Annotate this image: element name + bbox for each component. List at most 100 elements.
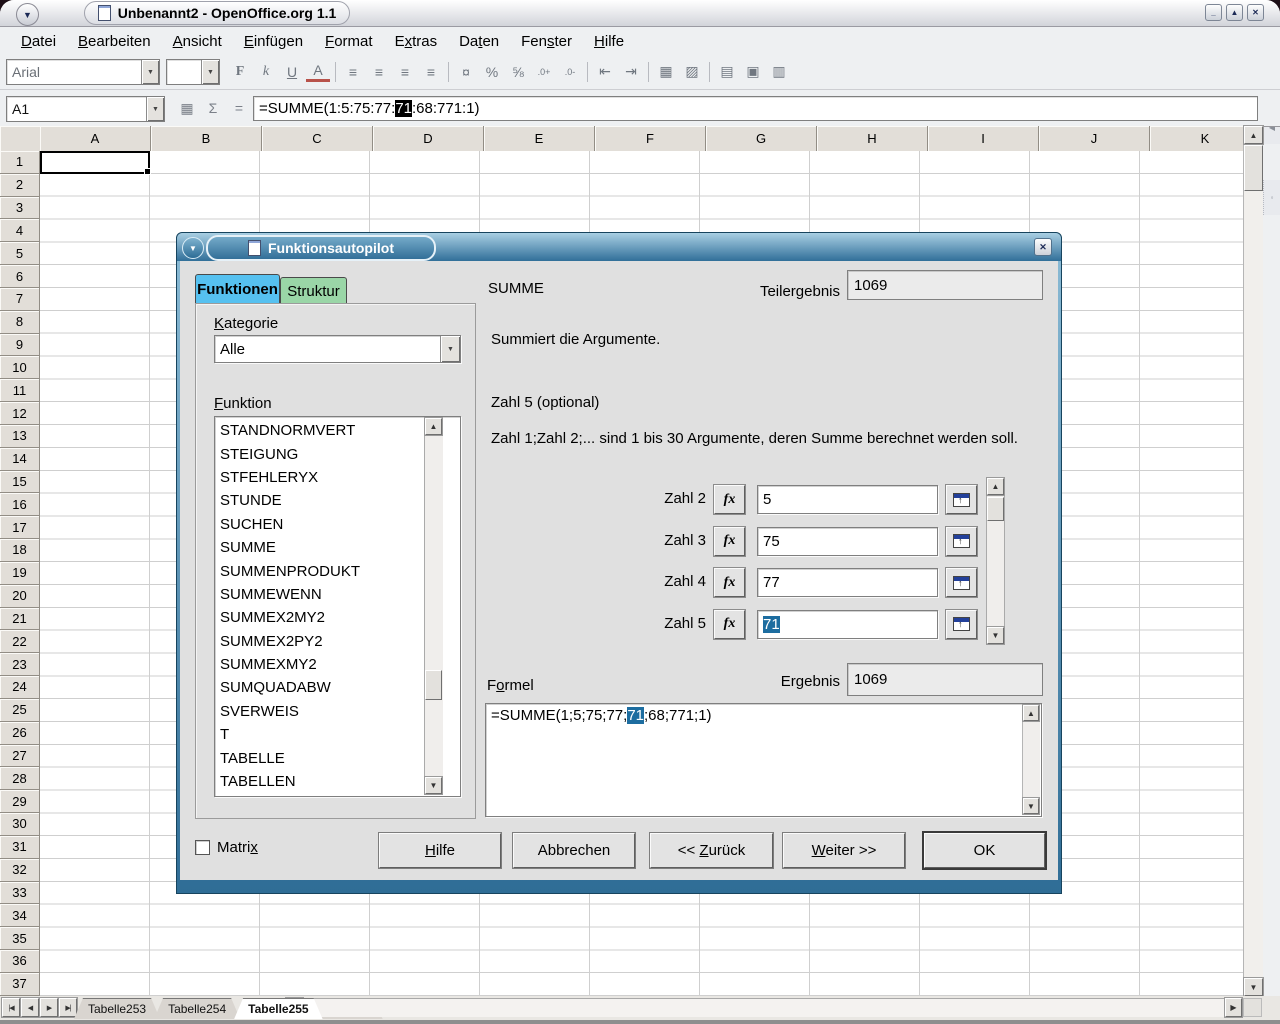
maximize-button[interactable]: ▲	[1226, 4, 1243, 21]
separator[interactable]	[709, 62, 710, 82]
column-header[interactable]: E	[484, 126, 595, 151]
font-name-combo[interactable]: Arial ▼	[6, 59, 160, 85]
align-top-icon[interactable]: ▤	[715, 60, 739, 84]
sheet-tab[interactable]: Tabelle255	[234, 998, 322, 1019]
vertical-scrollbar-thumb[interactable]	[1244, 145, 1263, 191]
row-header[interactable]: 32	[0, 859, 40, 882]
row-header[interactable]: 5	[0, 242, 40, 265]
font-color-icon[interactable]: A	[306, 61, 330, 82]
row-header[interactable]: 27	[0, 745, 40, 768]
row-header[interactable]: 3	[0, 197, 40, 220]
menu-item[interactable]: Ansicht	[162, 30, 233, 53]
align-bottom-icon[interactable]: ▥	[767, 60, 791, 84]
scroll-down-icon[interactable]: ▼	[1023, 798, 1039, 814]
menu-item[interactable]: Daten	[448, 30, 510, 53]
row-header[interactable]: 16	[0, 493, 40, 516]
arguments-scrollbar[interactable]: ▲ ▼	[986, 477, 1005, 645]
decrease-indent-icon[interactable]: ⇤	[593, 60, 617, 84]
column-header[interactable]: F	[595, 126, 706, 151]
row-header[interactable]: 10	[0, 356, 40, 379]
menu-item[interactable]: Einfügen	[233, 30, 314, 53]
align-vcenter-icon[interactable]: ▣	[741, 60, 765, 84]
row-header[interactable]: 14	[0, 448, 40, 471]
formula-box-scrollbar[interactable]: ▲ ▼	[1022, 705, 1040, 815]
sum-icon[interactable]: Σ	[202, 97, 224, 119]
function-button[interactable]: fx	[714, 568, 745, 597]
scrollbar-thumb[interactable]	[425, 670, 442, 700]
align-right-icon[interactable]: ≡	[393, 60, 417, 84]
scroll-up-icon[interactable]: ▲	[425, 418, 442, 435]
row-header[interactable]: 21	[0, 608, 40, 631]
next-sheet-button[interactable]: ▶	[40, 998, 58, 1017]
menu-item[interactable]: Bearbeiten	[67, 30, 162, 53]
vertical-scrollbar[interactable]: ▲ ▼	[1243, 126, 1263, 996]
row-header[interactable]: 31	[0, 836, 40, 859]
align-left-icon[interactable]: ≡	[341, 60, 365, 84]
formula-edit-box[interactable]: =SUMME(1;5;75;77;71;68;771;1) ▲ ▼	[485, 703, 1042, 817]
menu-item[interactable]: Extras	[384, 30, 449, 53]
column-header[interactable]: I	[928, 126, 1039, 151]
row-header[interactable]: 36	[0, 950, 40, 973]
row-header[interactable]: 29	[0, 790, 40, 813]
scroll-down-icon[interactable]: ▼	[425, 777, 442, 794]
increase-indent-icon[interactable]: ⇥	[619, 60, 643, 84]
formula-input[interactable]: =SUMME(1:5:75:77:71:68:771:1)	[253, 96, 1258, 121]
shrink-button[interactable]	[946, 568, 977, 597]
tab-funktionen[interactable]: Funktionen	[195, 274, 280, 304]
chevron-down-icon[interactable]: ▼	[146, 97, 164, 121]
bold-icon[interactable]: F	[228, 60, 252, 84]
select-all-corner[interactable]	[0, 126, 41, 152]
borders-icon[interactable]: ▦	[654, 60, 678, 84]
cell-reference-box[interactable]: A1 ▼	[6, 96, 165, 122]
function-list[interactable]: ▲ ▼ STANDNORMVERTSTEIGUNGSTFEHLERYXSTUND…	[214, 416, 461, 797]
argument-input[interactable]: 77	[757, 568, 938, 597]
pin-icon[interactable]: ◦	[1263, 180, 1280, 215]
row-header[interactable]: 30	[0, 813, 40, 836]
column-header[interactable]: K	[1150, 126, 1243, 151]
italic-icon[interactable]: k	[254, 60, 278, 84]
row-header[interactable]: 2	[0, 174, 40, 197]
row-header[interactable]: 13	[0, 425, 40, 448]
row-header[interactable]: 12	[0, 402, 40, 425]
selected-cell-a1[interactable]	[40, 151, 150, 174]
row-header[interactable]: 37	[0, 973, 40, 996]
chevron-down-icon[interactable]: ▼	[201, 60, 219, 84]
row-header[interactable]: 28	[0, 767, 40, 790]
row-header[interactable]: 34	[0, 904, 40, 927]
column-header[interactable]: B	[151, 126, 262, 151]
scroll-right-icon[interactable]: ▶	[1225, 998, 1242, 1017]
cancel-button[interactable]: Abbrechen	[513, 833, 635, 868]
shrink-button[interactable]	[946, 527, 977, 556]
window-menu-button[interactable]: ▼	[16, 3, 39, 26]
separator[interactable]	[335, 62, 336, 82]
column-header[interactable]: G	[706, 126, 817, 151]
add-decimal-icon[interactable]: .0+	[532, 60, 556, 84]
argument-input[interactable]: 5	[757, 485, 938, 514]
menu-item[interactable]: Format	[314, 30, 384, 53]
separator[interactable]	[587, 62, 588, 82]
row-header[interactable]: 18	[0, 539, 40, 562]
row-header[interactable]: 33	[0, 882, 40, 905]
fill-handle[interactable]	[144, 168, 151, 175]
row-header[interactable]: 17	[0, 516, 40, 539]
chevron-down-icon[interactable]: ▼	[141, 60, 159, 84]
delete-decimal-icon[interactable]: .0-	[558, 60, 582, 84]
menu-item[interactable]: Datei	[10, 30, 67, 53]
row-header[interactable]: 4	[0, 219, 40, 242]
minimize-button[interactable]: _	[1205, 4, 1222, 21]
row-header[interactable]: 1	[0, 151, 40, 174]
column-header[interactable]: A	[40, 126, 151, 151]
background-color-icon[interactable]: ▨	[680, 60, 704, 84]
next-button[interactable]: Weiter >>	[783, 833, 905, 868]
row-header[interactable]: 23	[0, 653, 40, 676]
category-combo[interactable]: Alle ▼	[214, 335, 461, 363]
row-header[interactable]: 11	[0, 379, 40, 402]
standard-format-icon[interactable]: ⅝	[506, 60, 530, 84]
matrix-option[interactable]: Matrix	[195, 839, 258, 856]
currency-format-icon[interactable]: ¤	[454, 60, 478, 84]
column-header[interactable]: J	[1039, 126, 1150, 151]
function-list-scrollbar[interactable]: ▲ ▼	[424, 418, 443, 795]
close-button[interactable]: ✕	[1247, 4, 1264, 21]
percent-format-icon[interactable]: %	[480, 60, 504, 84]
column-header[interactable]: H	[817, 126, 928, 151]
